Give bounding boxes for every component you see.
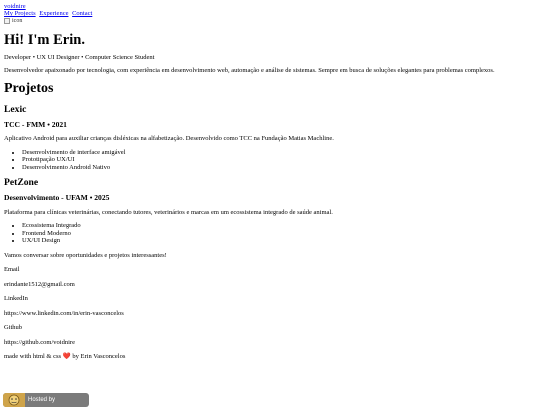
project-card-lexic: Lexic TCC - FMM • 2021 Aplicativo Androi… bbox=[4, 104, 536, 172]
project-bullets: Ecossistema Integrado Frontend Moderno U… bbox=[4, 222, 536, 244]
hero-title: Hi! I'm Erin. bbox=[4, 31, 85, 48]
project-title: Lexic bbox=[4, 103, 27, 115]
email-value: erindante1512@gmail.com bbox=[4, 280, 75, 288]
footer-prefix: made with html & css bbox=[4, 353, 62, 361]
nav-link-experience[interactable]: Experience bbox=[39, 10, 68, 17]
github-value: https://github.com/voidnire bbox=[4, 338, 75, 346]
project-title: PetZone bbox=[4, 177, 39, 189]
broken-image-icon bbox=[4, 18, 10, 25]
list-item: Ecossistema Integrado bbox=[22, 222, 536, 229]
site-header: voidnire My Projects Experience Contact … bbox=[4, 3, 536, 27]
linkedin-value: https://www.linkedin.com/in/erin-vasconc… bbox=[4, 309, 124, 317]
nav-link-contact[interactable]: Contact bbox=[72, 10, 92, 17]
footer-credit: made with html & css ❤️ by Erin Vasconce… bbox=[4, 353, 536, 360]
project-subtitle: TCC - FMM • 2021 bbox=[4, 119, 67, 129]
brand-link[interactable]: voidnire bbox=[4, 3, 536, 10]
email-label: Email bbox=[4, 266, 20, 274]
list-item: Frontend Moderno bbox=[22, 230, 536, 237]
hero-section: Hi! I'm Erin. Developer • UX UI Designer… bbox=[4, 32, 536, 75]
hero-bio: Desenvolvedor apaixonado por tecnologia,… bbox=[4, 66, 495, 74]
list-item: Prototipação UX/UI bbox=[22, 156, 536, 163]
project-card-petzone: PetZone Desenvolvimento - UFAM • 2025 Pl… bbox=[4, 177, 536, 245]
footer-suffix: by Erin Vasconcelos bbox=[72, 353, 126, 361]
project-subtitle: Desenvolvimento - UFAM • 2025 bbox=[4, 193, 110, 203]
nav-link-projects[interactable]: My Projects bbox=[4, 10, 36, 17]
page: voidnire My Projects Experience Contact … bbox=[0, 0, 540, 361]
projects-section: Projetos Lexic TCC - FMM • 2021 Aplicati… bbox=[4, 81, 536, 244]
projects-heading: Projetos bbox=[4, 81, 54, 97]
project-description: Aplicativo Android para auxiliar criança… bbox=[4, 135, 334, 143]
contact-intro: Vamos conversar sobre oportunidades e pr… bbox=[4, 251, 167, 259]
linkedin-label: LinkedIn bbox=[4, 295, 28, 303]
site-footer: made with html & css ❤️ by Erin Vasconce… bbox=[4, 353, 536, 360]
contact-section: Vamos conversar sobre oportunidades e pr… bbox=[4, 252, 536, 346]
profile-image: icon bbox=[4, 18, 22, 25]
list-item: Desenvolvimento de interface amigável bbox=[22, 149, 536, 156]
project-description: Plataforma para clínicas veterinárias, c… bbox=[4, 208, 333, 216]
list-item: Desenvolvimento Android Nativo bbox=[22, 164, 536, 171]
list-item: UX/UI Design bbox=[22, 237, 536, 244]
badge-label: Hosted by bbox=[28, 396, 56, 403]
project-bullets: Desenvolvimento de interface amigável Pr… bbox=[4, 149, 536, 171]
main-nav: My Projects Experience Contact bbox=[4, 10, 536, 17]
github-label: Github bbox=[4, 324, 23, 332]
profile-image-alt: icon bbox=[12, 17, 23, 24]
hero-tagline: Developer • UX UI Designer • Computer Sc… bbox=[4, 53, 155, 61]
heart-icon: ❤️ bbox=[62, 353, 71, 361]
